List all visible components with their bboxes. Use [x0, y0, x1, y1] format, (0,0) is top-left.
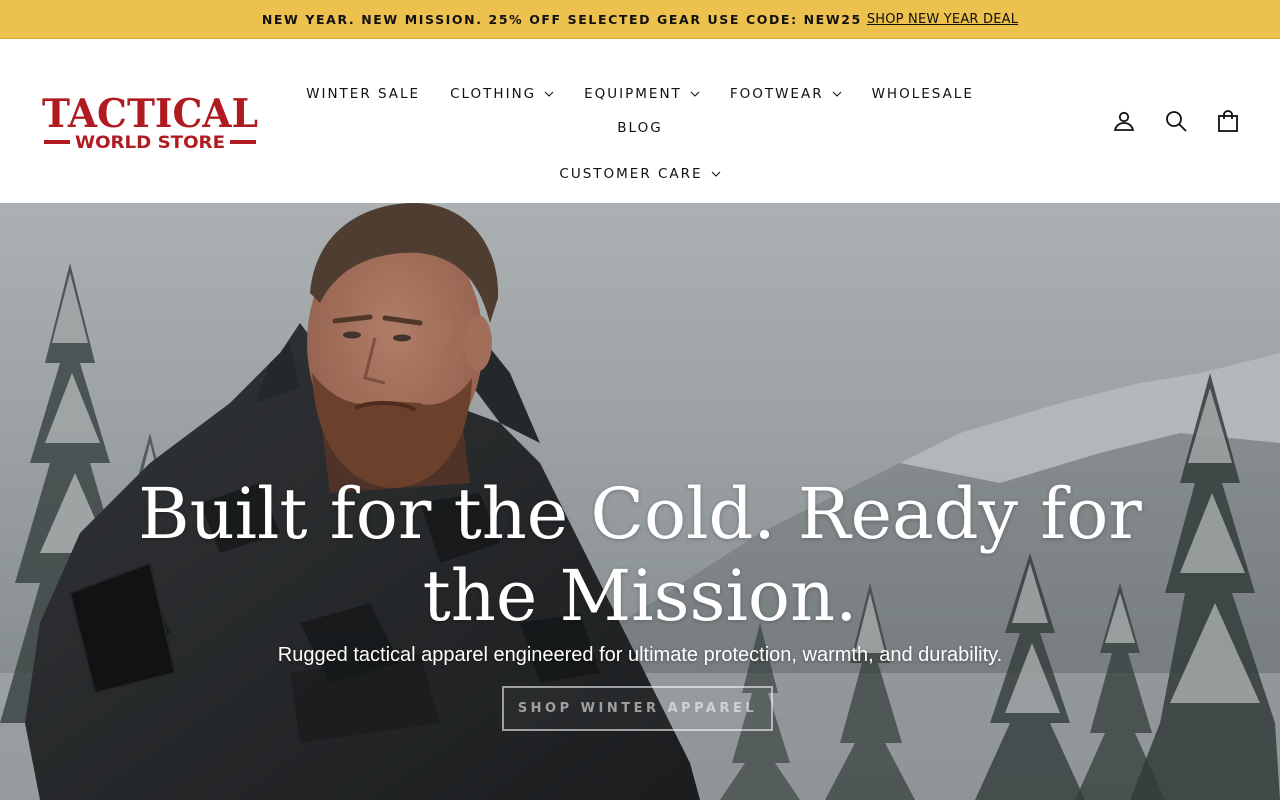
- nav-label: WINTER SALE: [306, 86, 421, 102]
- nav-blog[interactable]: BLOG: [602, 117, 677, 139]
- nav-footwear[interactable]: FOOTWEAR: [715, 83, 857, 105]
- chevron-down-icon: [544, 91, 554, 97]
- logo-line2: WORLD STORE: [75, 133, 225, 151]
- logo-line1: TACTICAL: [42, 93, 258, 137]
- nav-wholesale[interactable]: WHOLESALE: [857, 83, 989, 105]
- chevron-down-icon: [690, 91, 700, 97]
- nav-customer-care[interactable]: CUSTOMER CARE: [544, 163, 735, 185]
- search-icon[interactable]: [1164, 109, 1188, 133]
- announcement-message: NEW YEAR. NEW MISSION. 25% OFF SELECTED …: [261, 11, 862, 27]
- announcement-link[interactable]: SHOP NEW YEAR DEAL: [867, 12, 1018, 27]
- nav-label: WHOLESALE: [871, 86, 974, 102]
- chevron-down-icon: [832, 91, 841, 97]
- nav-label: CUSTOMER CARE: [559, 166, 703, 182]
- main-nav: WINTER SALE CLOTHING EQUIPMENT FOOTWEAR …: [260, 83, 1020, 185]
- site-header: TACTICAL WORLD STORE WINTER SALE CLOTHIN…: [0, 39, 1280, 203]
- nav-label: FOOTWEAR: [729, 86, 824, 102]
- nav-winter-sale[interactable]: WINTER SALE: [291, 83, 435, 105]
- store-logo[interactable]: TACTICAL WORLD STORE: [40, 93, 260, 151]
- account-icon[interactable]: [1112, 109, 1136, 133]
- announcement-bar: NEW YEAR. NEW MISSION. 25% OFF SELECTED …: [0, 0, 1280, 39]
- cart-icon[interactable]: [1216, 109, 1240, 133]
- nav-equipment[interactable]: EQUIPMENT: [569, 83, 715, 105]
- nav-label: EQUIPMENT: [584, 86, 682, 102]
- shop-winter-apparel-button[interactable]: SHOP WINTER APPAREL: [502, 686, 773, 731]
- nav-label: CLOTHING: [450, 86, 537, 102]
- header-icons: [1112, 109, 1240, 133]
- hero-subtitle: Rugged tactical apparel engineered for u…: [277, 644, 1003, 666]
- hero-banner: Built for the Cold. Ready for the Missio…: [0, 203, 1280, 800]
- chevron-down-icon: [711, 171, 720, 177]
- hero-title: Built for the Cold. Ready for the Missio…: [138, 473, 1142, 637]
- nav-clothing[interactable]: CLOTHING: [435, 83, 569, 105]
- nav-label: BLOG: [617, 120, 663, 136]
